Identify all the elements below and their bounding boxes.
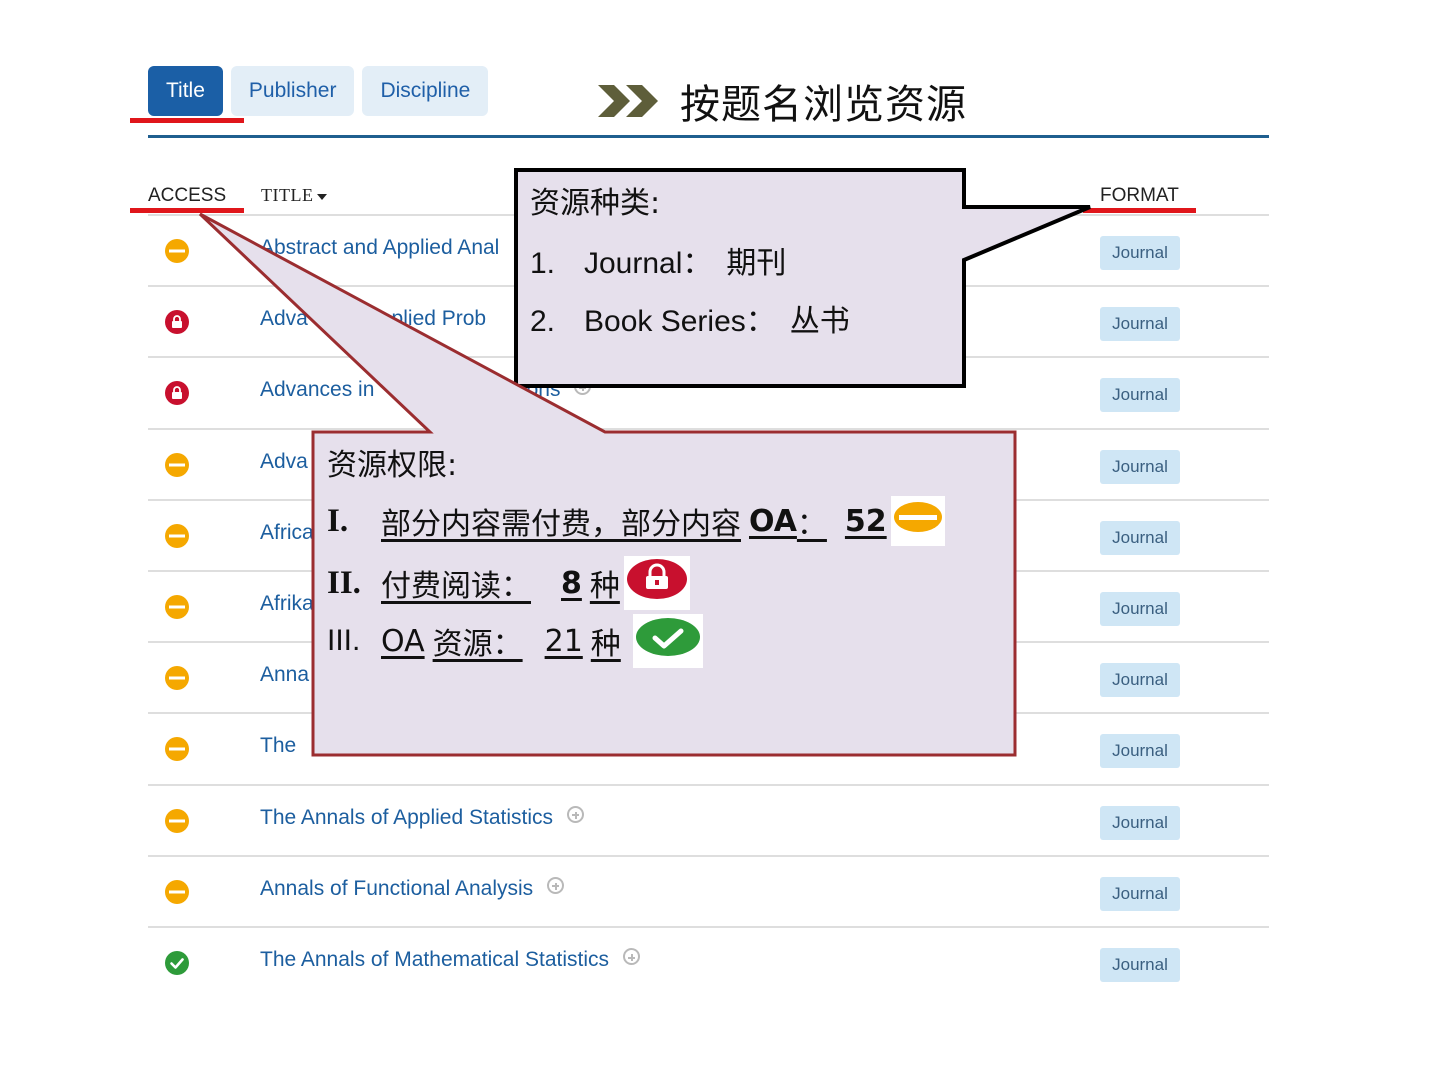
item-number: 2. [530,305,556,338]
item-text: 部分内容需付费，部分内容 [381,507,741,542]
partial-access-icon [890,496,945,546]
callout-format-item: 2. Book Series： 丛书 [530,296,850,340]
item-en: Book Series： [584,305,776,338]
item-text: 付费阅读： [381,569,531,604]
open-access-icon [632,614,703,668]
item-en: Journal： [584,247,713,280]
item-number: 1. [530,247,556,280]
item-count: 8 [561,565,582,601]
item-cn: 丛书 [789,304,850,339]
callout-access-item: II. 付费阅读： 8 种 [327,556,690,610]
callout-access-item: III. OA 资源： 21 种 [327,614,703,668]
item-roman: II. [327,564,361,601]
item-oa: OA [749,503,797,539]
item-count: 52 [844,503,887,539]
item-cn: 期刊 [726,246,787,281]
locked-access-icon [623,556,690,610]
item-unit: 种 [589,569,620,604]
item-colon: ： [796,507,827,542]
item-roman: I. [327,502,349,539]
callout-access-title: 资源权限: [327,448,458,483]
callout-access-item: I. 部分内容需付费，部分内容 OA ： 52 [327,496,945,546]
item-oa: OA [381,623,425,659]
item-roman: III. [327,624,361,657]
callout-format-title: 资源种类: [530,186,661,221]
item-count: 21 [544,623,583,659]
item-text: 资源： [432,627,523,662]
callout-format-item: 1. Journal： 期刊 [530,238,786,282]
item-unit: 种 [590,627,621,662]
